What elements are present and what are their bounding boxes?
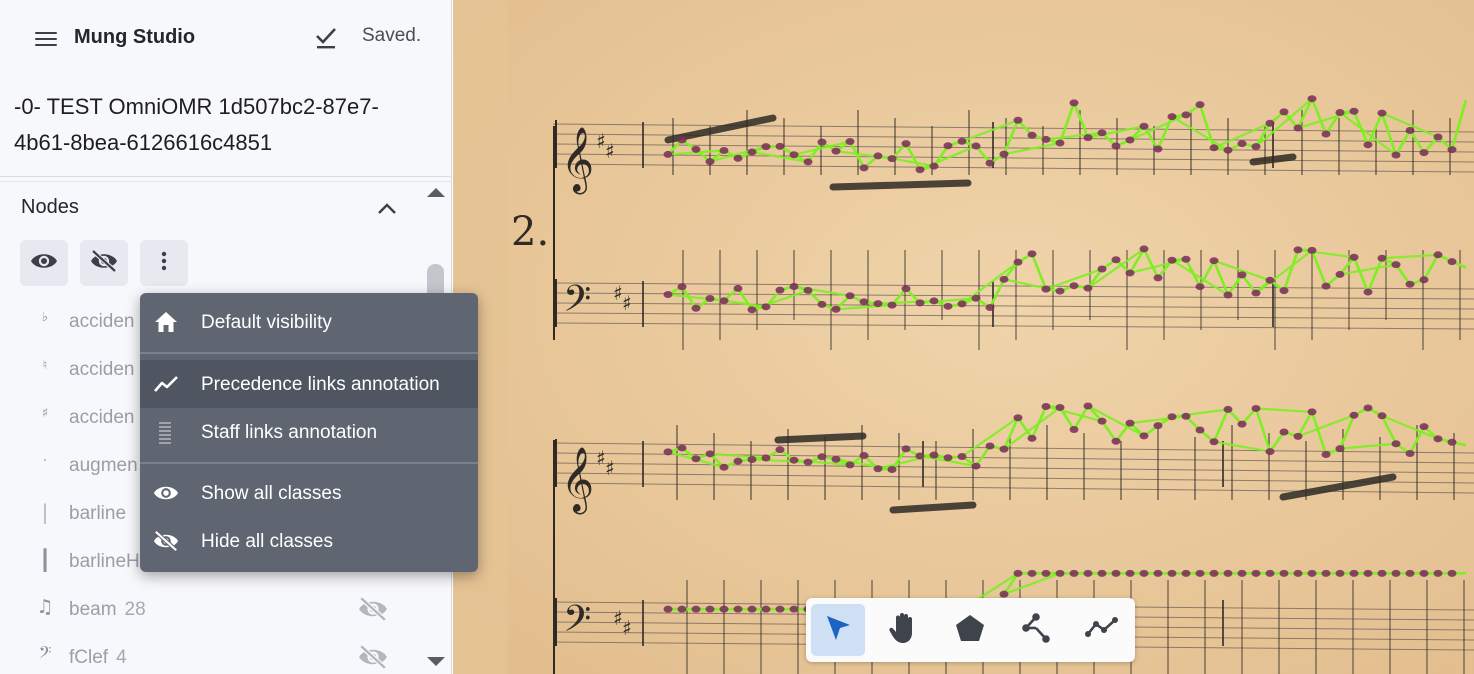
eye-off-icon[interactable] xyxy=(358,644,388,674)
nodes-section-title: Nodes xyxy=(21,196,79,218)
graph-links-icon xyxy=(1020,612,1052,648)
menu-item-staff-links[interactable]: Staff links annotation xyxy=(140,408,478,456)
sharp-icon: ♯ xyxy=(41,406,49,421)
top-bar: Mung Studio Saved. xyxy=(0,0,451,76)
natural-icon: ♮ xyxy=(42,358,48,373)
svg-text:♯: ♯ xyxy=(605,139,615,163)
eye-off-icon xyxy=(153,529,179,558)
class-name: barlineH xyxy=(69,551,140,572)
svg-text:𝄢: 𝄢 xyxy=(563,598,591,649)
class-name: acciden xyxy=(69,407,135,428)
heavy-barline-icon: ┃ xyxy=(38,548,52,572)
app-title: Mung Studio xyxy=(74,26,196,48)
svg-text:𝄞: 𝄞 xyxy=(561,447,594,514)
flat-icon: ♭ xyxy=(41,310,49,325)
svg-text:♯: ♯ xyxy=(622,291,632,315)
more-vertical-icon xyxy=(160,250,168,277)
hide-all-button[interactable] xyxy=(80,240,128,286)
menu-item-precedence-links[interactable]: Precedence links annotation xyxy=(140,360,478,408)
eye-icon xyxy=(153,481,179,510)
class-name: acciden xyxy=(69,311,135,332)
menu-divider xyxy=(140,462,478,464)
hand-tool-button[interactable] xyxy=(877,604,931,656)
cursor-arrow-icon xyxy=(823,613,853,648)
class-name: beam 28 xyxy=(69,599,146,620)
svg-text:𝄞: 𝄞 xyxy=(561,127,594,194)
annotation-toolbar xyxy=(806,598,1135,662)
eye-off-icon xyxy=(90,248,118,278)
pentagon-icon xyxy=(954,613,986,648)
menu-item-show-all[interactable]: Show all classes xyxy=(140,469,478,517)
class-count: 28 xyxy=(124,599,146,620)
save-status: Saved. xyxy=(362,25,422,46)
svg-text:♯: ♯ xyxy=(605,456,615,480)
show-all-button[interactable] xyxy=(20,240,68,286)
class-count: 4 xyxy=(116,647,127,668)
document-title: -0- TEST OmniOMR 1d507bc2-87e7-4b61-8bea… xyxy=(14,94,379,155)
sheet-music-image[interactable]: 𝄞𝄢𝄞𝄢2.♯♯♯♯♯♯♯♯ xyxy=(453,0,1474,674)
class-name: augmen xyxy=(69,455,138,476)
score-canvas[interactable]: 𝄞 𝄢 𝄞 𝄢 2. ♯ ♯ ♯ ♯ ♯ ♯ ♯ ♯ xyxy=(453,0,1474,674)
list-item[interactable]: 𝄢 fClef 4 xyxy=(0,634,420,674)
checkmark-icon xyxy=(313,24,339,55)
scroll-up-arrow-icon[interactable] xyxy=(426,185,446,204)
home-icon xyxy=(153,310,179,339)
pointer-tool-button[interactable] xyxy=(811,604,865,656)
menu-item-default-visibility[interactable]: Default visibility xyxy=(140,298,478,346)
eye-icon xyxy=(30,251,58,276)
svg-text:2.: 2. xyxy=(511,209,549,255)
class-name: fClef 4 xyxy=(69,647,127,668)
hand-icon xyxy=(887,611,921,650)
fclef-icon: 𝄢 xyxy=(38,642,52,666)
beam-icon: ♫ xyxy=(36,596,54,618)
svg-text:♯: ♯ xyxy=(622,616,632,640)
precedence-tool-button[interactable] xyxy=(1075,604,1129,656)
chevron-up-icon[interactable] xyxy=(374,197,400,226)
class-name: acciden xyxy=(69,359,135,380)
class-name: barline xyxy=(69,503,127,524)
barline-icon: | xyxy=(41,500,49,524)
staff-lines-icon xyxy=(153,420,179,451)
visibility-options-menu: Default visibility Precedence links anno… xyxy=(140,293,478,572)
more-options-button[interactable] xyxy=(140,240,188,286)
trend-line-icon xyxy=(1085,616,1119,645)
dot-icon: · xyxy=(42,454,48,469)
scroll-down-arrow-icon[interactable] xyxy=(426,655,446,674)
menu-item-hide-all[interactable]: Hide all classes xyxy=(140,517,478,565)
list-item[interactable]: ♫ beam 28 xyxy=(0,586,420,634)
svg-text:𝄢: 𝄢 xyxy=(563,278,591,329)
polygon-tool-button[interactable] xyxy=(943,604,997,656)
node-link-tool-button[interactable] xyxy=(1009,604,1063,656)
divider xyxy=(0,176,451,182)
hamburger-menu-icon[interactable] xyxy=(30,24,64,54)
menu-divider xyxy=(140,352,478,354)
eye-off-icon[interactable] xyxy=(358,596,388,627)
trend-line-icon xyxy=(153,372,179,401)
